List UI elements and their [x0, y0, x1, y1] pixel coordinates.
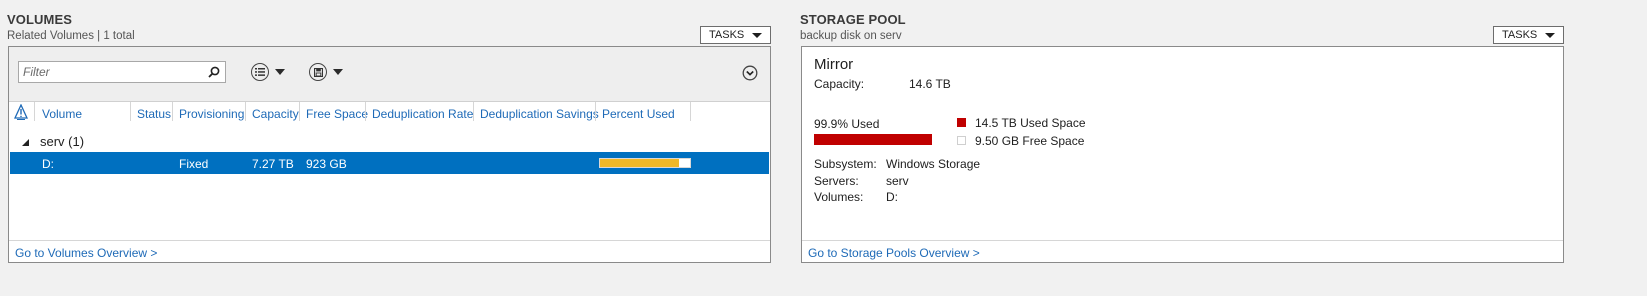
- table-row[interactable]: D: Fixed 7.27 TB 923 GB: [10, 152, 769, 174]
- list-view-button[interactable]: [251, 63, 285, 81]
- column-separator[interactable]: [245, 102, 246, 121]
- storage-pool-panel: Mirror Capacity: 14.6 TB 99.9% Used 14.5…: [801, 46, 1564, 263]
- chevron-down-circle-icon: [742, 65, 758, 81]
- save-query-icon: [309, 63, 327, 81]
- expand-toolbar-button[interactable]: [742, 65, 758, 84]
- cell-free-space: 923 GB: [306, 157, 347, 171]
- volumes-label: Volumes:: [814, 190, 864, 204]
- group-row-serv[interactable]: serv (1): [9, 133, 770, 151]
- column-separator[interactable]: [365, 102, 366, 121]
- chevron-down-icon: [275, 69, 285, 75]
- filter-input[interactable]: Filter: [18, 61, 226, 83]
- volumes-value: D:: [886, 190, 898, 204]
- sort-warning-icon[interactable]: [14, 104, 28, 120]
- list-view-icon: [251, 63, 269, 81]
- pool-usage-bar: [814, 134, 932, 145]
- column-dedup-rate[interactable]: Deduplication Rate: [372, 107, 473, 121]
- used-legend-swatch: [957, 118, 966, 127]
- subsystem-value: Windows Storage: [886, 157, 981, 171]
- chevron-down-icon: [333, 69, 343, 75]
- column-free-space[interactable]: Free Space: [306, 107, 368, 121]
- subsystem-label: Subsystem:: [814, 157, 877, 171]
- column-separator[interactable]: [299, 102, 300, 121]
- collapse-triangle-icon[interactable]: [22, 139, 29, 146]
- footer-divider: [802, 240, 1563, 241]
- footer-divider: [9, 240, 770, 241]
- pool-usage-fill: [814, 134, 932, 145]
- volumes-overview-link[interactable]: Go to Volumes Overview >: [15, 246, 157, 260]
- used-percent-text: 99.9% Used: [814, 117, 880, 131]
- servers-label: Servers:: [814, 174, 859, 188]
- column-separator[interactable]: [595, 102, 596, 121]
- free-legend-swatch: [957, 136, 966, 145]
- used-legend-label: 14.5 TB Used Space: [975, 116, 1086, 130]
- storage-pool-tasks-button[interactable]: TASKS: [1493, 26, 1564, 44]
- capacity-value: 14.6 TB: [909, 77, 951, 91]
- volumes-subtitle: Related Volumes | 1 total: [7, 30, 135, 42]
- save-query-button[interactable]: [309, 63, 343, 81]
- column-dedup-savings[interactable]: Deduplication Savings: [480, 107, 599, 121]
- column-separator[interactable]: [690, 102, 691, 121]
- column-capacity[interactable]: Capacity: [252, 107, 299, 121]
- column-percent-used[interactable]: Percent Used: [602, 107, 675, 121]
- pool-name: Mirror: [814, 56, 854, 73]
- filter-placeholder: Filter: [23, 65, 50, 79]
- cell-volume: D:: [42, 157, 54, 171]
- column-separator[interactable]: [34, 102, 35, 121]
- storage-pool-title: STORAGE POOL: [800, 12, 906, 27]
- column-status[interactable]: Status: [137, 107, 171, 121]
- percent-used-fill: [600, 159, 680, 167]
- volumes-panel: Filter Volume Status Provisioning Capaci…: [8, 46, 771, 263]
- chevron-down-icon: [752, 33, 762, 38]
- tasks-label: TASKS: [709, 29, 745, 41]
- volumes-tasks-button[interactable]: TASKS: [700, 26, 771, 44]
- cell-capacity: 7.27 TB: [252, 157, 294, 171]
- volumes-title: VOLUMES: [7, 12, 72, 27]
- column-provisioning[interactable]: Provisioning: [179, 107, 244, 121]
- storage-pool-subtitle: backup disk on serv: [800, 30, 902, 42]
- free-legend-label: 9.50 GB Free Space: [975, 134, 1085, 148]
- group-label: serv (1): [40, 134, 85, 149]
- storage-pools-overview-link[interactable]: Go to Storage Pools Overview >: [808, 246, 980, 260]
- capacity-label: Capacity:: [814, 77, 865, 91]
- column-header-row: Volume Status Provisioning Capacity Free…: [9, 102, 770, 122]
- servers-value: serv: [886, 174, 909, 188]
- tasks-label: TASKS: [1502, 29, 1538, 41]
- column-separator[interactable]: [473, 102, 474, 121]
- column-separator[interactable]: [172, 102, 173, 121]
- column-volume[interactable]: Volume: [42, 107, 82, 121]
- chevron-down-icon: [1545, 33, 1555, 38]
- search-icon[interactable]: [208, 66, 220, 78]
- column-separator[interactable]: [130, 102, 131, 121]
- percent-used-bar: [599, 158, 691, 168]
- cell-provisioning: Fixed: [179, 157, 209, 171]
